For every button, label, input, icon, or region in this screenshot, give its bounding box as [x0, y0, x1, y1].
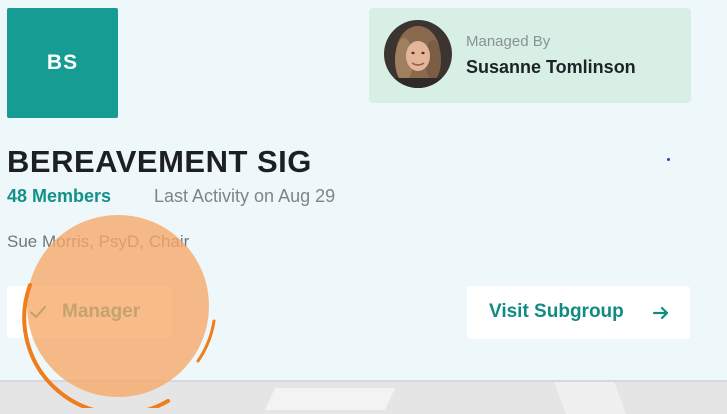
manager-avatar	[384, 20, 452, 88]
check-icon	[29, 305, 47, 319]
subgroup-card: BS Managed By Susanne Tomlinson BEREAVEM…	[0, 0, 727, 380]
arrow-right-icon	[652, 306, 669, 320]
group-chair: Sue Morris, PsyD, Chair	[7, 232, 190, 251]
manager-name: Susanne Tomlinson	[466, 57, 636, 77]
manager-role-label: Manager	[62, 301, 141, 322]
managed-by-panel: Managed By Susanne Tomlinson	[369, 8, 691, 103]
group-title: BEREAVEMENT SIG	[7, 144, 312, 179]
bottom-divider-strip	[0, 380, 727, 414]
visit-subgroup-button[interactable]: Visit Subgroup	[467, 286, 690, 339]
group-initials: BS	[46, 51, 79, 74]
visit-subgroup-label: Visit Subgroup	[489, 301, 624, 322]
decorative-dot	[667, 158, 670, 161]
group-avatar: BS	[7, 8, 118, 118]
managed-by-label: Managed By	[466, 33, 551, 50]
last-activity: Last Activity on Aug 29	[154, 186, 336, 206]
members-link[interactable]: 48 Members	[7, 186, 111, 207]
manager-role-button[interactable]: Manager	[7, 286, 172, 338]
